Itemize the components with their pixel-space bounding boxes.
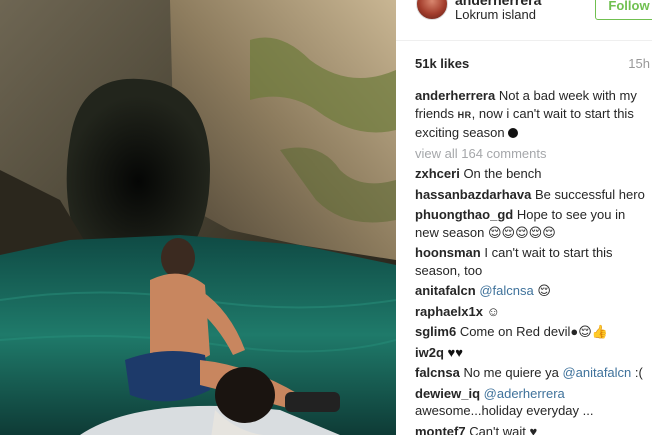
comment-username[interactable]: phuongthao_gd (415, 207, 513, 222)
comment: falcnsa No me quiere ya @anitafalcn :( (415, 364, 649, 382)
caption-username[interactable]: anderherrera (415, 88, 495, 103)
comment: hassanbazdarhava Be successful hero (415, 186, 649, 204)
comment-username[interactable]: falcnsa (415, 365, 460, 380)
comment-text: 😌 (533, 283, 551, 298)
photo-scene (0, 0, 396, 435)
caption: anderherrera Not a bad week with my frie… (415, 87, 649, 142)
comment-text: Come on Red devil●😌👍 (459, 324, 608, 339)
comment-text: awesome...holiday everyday ... (415, 403, 594, 418)
post-photo[interactable] (0, 0, 396, 435)
caption-emoji (508, 128, 519, 138)
comment: raphaelx1x ☺ (415, 303, 649, 321)
comment-username[interactable]: montef7 (415, 424, 466, 435)
comment-mention[interactable]: @aderherrera (484, 386, 565, 401)
comment-username[interactable]: hassanbazdarhava (415, 187, 531, 202)
comment-text: ♥♥ (447, 344, 463, 360)
comment: anitafalcn @falcnsa 😌 (415, 282, 649, 300)
comment-username[interactable]: iw2q (415, 345, 444, 360)
comment: phuongthao_gd Hope to see you in new sea… (415, 206, 649, 241)
comment-text: On the bench (463, 166, 542, 181)
post-details-panel: anderherrera Lokrum island Follow 51k li… (396, 0, 652, 435)
comment-username[interactable]: anitafalcn (415, 283, 476, 298)
comment-username[interactable]: hoonsman (415, 245, 481, 260)
comments-list: anderherrera Not a bad week with my frie… (415, 87, 649, 435)
comment: dewiew_iq @aderherrera awesome...holiday… (415, 385, 649, 420)
comment-text: No me quiere ya (463, 365, 563, 380)
comment-text: Can't wait ♥ (469, 423, 538, 435)
post-timestamp[interactable]: 15h (628, 56, 650, 71)
comment-username[interactable]: sglim6 (415, 324, 456, 339)
comment: zxhceri On the bench (415, 165, 649, 183)
follow-button[interactable]: Follow (595, 0, 652, 20)
view-all-comments-link[interactable]: view all 164 comments (415, 145, 649, 163)
comment-text: Be successful hero (534, 186, 645, 202)
comment-mention[interactable]: @falcnsa (479, 283, 533, 298)
comment-text-after: :( (631, 365, 643, 380)
comment: iw2q ♥♥ (415, 344, 649, 362)
comment-username[interactable]: dewiew_iq (415, 386, 480, 401)
location-link[interactable]: Lokrum island (455, 7, 536, 22)
avatar[interactable] (416, 0, 448, 20)
comment-username[interactable]: raphaelx1x (415, 304, 483, 319)
post-header: anderherrera Lokrum island Follow (396, 0, 652, 41)
caption-tag: HR (457, 109, 472, 120)
likes-count[interactable]: 51k likes (415, 56, 469, 71)
comment: hoonsman I can't wait to start this seas… (415, 244, 649, 279)
comment: montef7 Can't wait ♥ (415, 423, 649, 435)
comment-mention[interactable]: @anitafalcn (562, 365, 631, 380)
comment: sglim6 Come on Red devil●😌👍 (415, 323, 649, 341)
comment-username[interactable]: zxhceri (415, 166, 460, 181)
comment-text: ☺ (486, 303, 500, 319)
